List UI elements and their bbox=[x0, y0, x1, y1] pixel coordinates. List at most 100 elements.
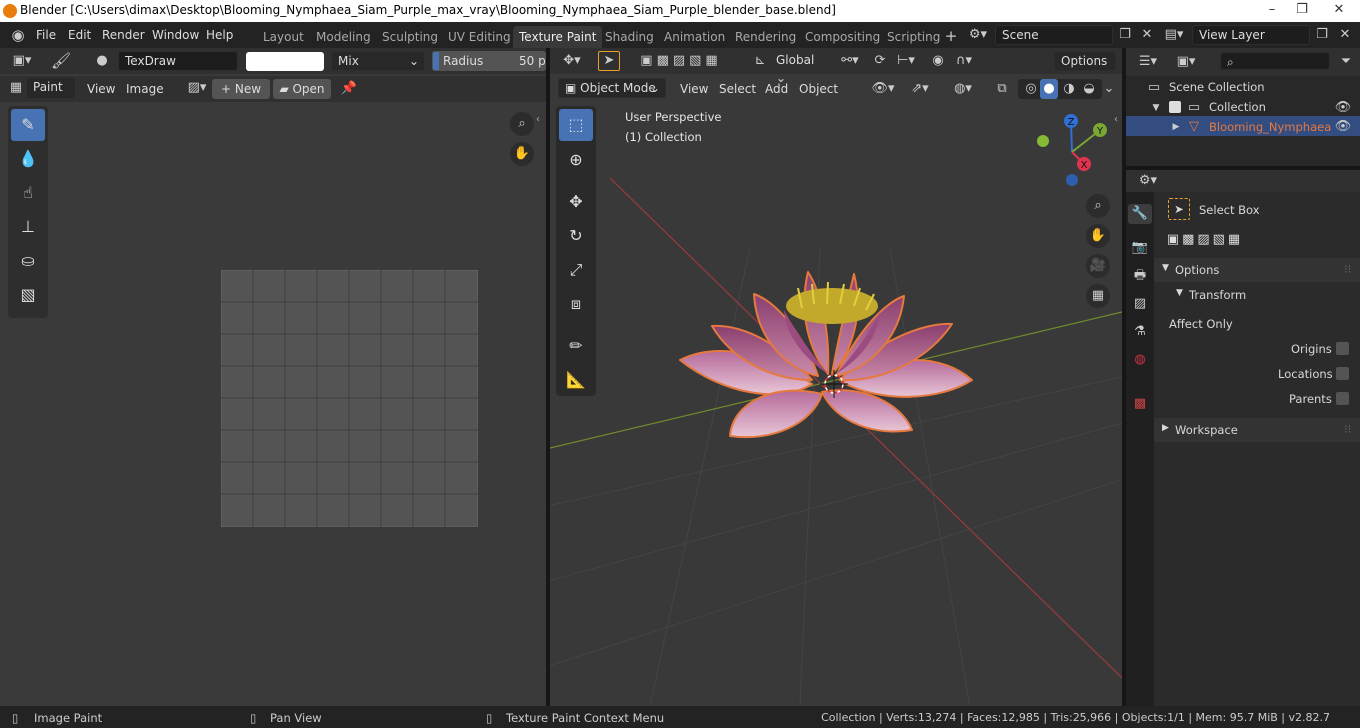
snap-icon[interactable]: ⟳ bbox=[870, 51, 890, 71]
menu-file[interactable]: File bbox=[36, 28, 56, 42]
soften-tool-icon[interactable]: 💧 bbox=[11, 143, 45, 175]
delete-view-layer-icon[interactable]: ✕ bbox=[1335, 25, 1355, 45]
image-canvas[interactable] bbox=[221, 270, 478, 527]
menu-view[interactable]: View bbox=[87, 82, 115, 96]
object-visibility-icon[interactable]: 👁 bbox=[1334, 117, 1352, 137]
outliner-collection[interactable]: Collection bbox=[1209, 100, 1266, 114]
transform-subpanel-title[interactable]: Transform bbox=[1189, 288, 1246, 302]
menu-image[interactable]: Image bbox=[126, 82, 164, 96]
tab-shading[interactable]: Shading bbox=[599, 26, 660, 48]
maximize-button[interactable]: ❐ bbox=[1287, 0, 1317, 20]
object-mode-select[interactable]: ▣ Object Mode ⌄ bbox=[558, 78, 666, 98]
tab-sculpting[interactable]: Sculpting bbox=[376, 26, 444, 48]
viewport-menu-object[interactable]: Object bbox=[799, 82, 838, 96]
select-mode-icons[interactable]: ▣▩▨▧▦ bbox=[1162, 230, 1248, 250]
filter-icon[interactable]: ⏷ bbox=[1336, 52, 1356, 72]
view-layer-tab-icon[interactable]: ▨ bbox=[1128, 294, 1152, 314]
viewport-zoom-icon[interactable]: ⌕ bbox=[1086, 194, 1110, 218]
outliner-search-input[interactable]: ⌕ bbox=[1220, 52, 1330, 70]
tab-animation[interactable]: Animation bbox=[658, 26, 731, 48]
tab-scripting[interactable]: Scripting bbox=[881, 26, 946, 48]
clone-tool-icon[interactable]: ⊥ bbox=[11, 211, 45, 243]
origins-checkbox[interactable] bbox=[1336, 342, 1349, 355]
collection-expand-icon[interactable]: ▼ bbox=[1150, 98, 1162, 118]
brush-icon[interactable]: 🖌 bbox=[50, 51, 72, 71]
ortho-toggle-icon[interactable]: ▦ bbox=[1086, 284, 1110, 308]
pan-hand-icon[interactable]: ✋ bbox=[510, 142, 534, 166]
outliner-scene-collection[interactable]: Scene Collection bbox=[1169, 80, 1265, 94]
world-tab-icon[interactable]: ◍ bbox=[1128, 350, 1152, 370]
selection-mode-icons[interactable]: ▣▩▨▧▦ bbox=[636, 51, 726, 71]
blend-mode-select[interactable]: Mix ⌄ bbox=[331, 51, 425, 71]
tab-modeling[interactable]: Modeling bbox=[310, 26, 377, 48]
gizmo-icon[interactable]: ⇗▾ bbox=[902, 79, 938, 99]
workspace-drag-handle-icon[interactable]: ⁝⁝ bbox=[1344, 422, 1351, 436]
display-mode-icon[interactable]: ▣▾ bbox=[1172, 52, 1200, 72]
viewport-menu-view[interactable]: View bbox=[680, 82, 708, 96]
image-editor-area[interactable]: ▣▾ 🖌 ● TexDraw Mix⌄ Radius 50 px ▦ Paint… bbox=[0, 48, 546, 706]
tab-texture-paint[interactable]: Texture Paint bbox=[513, 26, 603, 48]
object-expand-icon[interactable]: ▶ bbox=[1170, 117, 1182, 137]
collection-checkbox[interactable] bbox=[1169, 101, 1181, 113]
delete-scene-icon[interactable]: ✕ bbox=[1137, 25, 1157, 45]
material-shading-icon[interactable]: ◑ bbox=[1060, 79, 1078, 99]
close-button[interactable]: ✕ bbox=[1320, 0, 1358, 20]
render-tab-icon[interactable]: 📷 bbox=[1128, 238, 1152, 258]
rotate-tool-icon[interactable]: ↻ bbox=[559, 220, 593, 252]
scene-tab-icon[interactable]: ⚗ bbox=[1128, 322, 1152, 342]
browse-image-icon[interactable]: ▨▾ bbox=[183, 78, 211, 98]
transform-tool-icon[interactable]: ⧈ bbox=[559, 288, 593, 320]
orientation-select[interactable]: Global ⌄ bbox=[770, 51, 826, 85]
tab-compositing[interactable]: Compositing bbox=[799, 26, 886, 48]
view-layer-field[interactable]: View Layer bbox=[1192, 25, 1310, 45]
editor-type-icon[interactable]: ▣▾ bbox=[8, 51, 36, 71]
shading-modes[interactable]: ◎ ● ◑ ◒ bbox=[1018, 79, 1102, 99]
options-panel-header[interactable]: ▼ Options ⁝⁝ bbox=[1154, 258, 1360, 282]
brush-name-field[interactable]: TexDraw bbox=[118, 51, 238, 71]
wireframe-shading-icon[interactable]: ◎ bbox=[1022, 79, 1040, 99]
tab-rendering[interactable]: Rendering bbox=[729, 26, 802, 48]
camera-view-icon[interactable]: 🎥 bbox=[1086, 254, 1110, 278]
new-view-layer-icon[interactable]: ❐ bbox=[1312, 25, 1332, 45]
xray-icon[interactable]: ⧉ bbox=[992, 79, 1012, 99]
mask-tool-icon[interactable]: ▧ bbox=[11, 279, 45, 311]
overlay-icon[interactable]: ◍▾ bbox=[946, 79, 980, 99]
lotus-flower-object[interactable] bbox=[672, 264, 982, 444]
fill-tool-icon[interactable]: ⛀ bbox=[11, 245, 45, 277]
draw-tool-icon[interactable]: ✎ bbox=[11, 109, 45, 141]
proportional-edit-icon[interactable]: ◉ bbox=[928, 51, 948, 71]
snap-target-icon[interactable]: ⊢▾ bbox=[892, 51, 920, 71]
radius-slider[interactable]: Radius 50 px bbox=[432, 51, 546, 71]
properties-editor-type-icon[interactable]: ⚙▾ bbox=[1134, 171, 1162, 191]
outliner-area[interactable]: ☰▾ ▣▾ ⌕ ⏷ ▭ Scene Collection ▼ ▭ Collect… bbox=[1126, 48, 1360, 166]
paint-mode-select[interactable]: Paint ⌄ bbox=[27, 78, 75, 112]
cursor-tool-icon[interactable]: ⊕ bbox=[559, 144, 593, 176]
brush-settings-icon[interactable]: ● bbox=[92, 51, 112, 71]
blender-menu-icon[interactable]: ◉ bbox=[8, 25, 28, 45]
scene-name-field[interactable]: Scene bbox=[995, 25, 1113, 45]
menu-help[interactable]: Help bbox=[206, 28, 233, 42]
pivot-icon[interactable]: ⚯▾ bbox=[836, 51, 864, 71]
falloff-icon[interactable]: ∩▾ bbox=[950, 51, 978, 71]
select-tool-icon[interactable]: ➤ bbox=[598, 51, 620, 71]
solid-shading-icon[interactable]: ● bbox=[1040, 79, 1058, 99]
open-image-button[interactable]: ▰ Open bbox=[273, 79, 331, 99]
tab-layout[interactable]: Layout bbox=[257, 26, 310, 48]
measure-tool-icon[interactable]: 📐 bbox=[559, 364, 593, 396]
new-scene-icon[interactable]: ❐ bbox=[1115, 25, 1135, 45]
viewport-editor-type-icon[interactable]: ✥▾ bbox=[558, 51, 586, 71]
zoom-icon[interactable]: ⌕ bbox=[510, 112, 534, 136]
new-image-button[interactable]: + New bbox=[212, 79, 270, 99]
scene-icon[interactable]: ⚙▾ bbox=[966, 25, 990, 45]
parents-checkbox[interactable] bbox=[1336, 392, 1349, 405]
scale-tool-icon[interactable]: ⤢ bbox=[559, 254, 593, 286]
pin-icon[interactable]: 📌 bbox=[340, 79, 358, 99]
3d-viewport[interactable]: ✥▾ ➤ ▣▩▨▧▦ ⊾ Global ⌄ ⚯▾ ⟳ ⊢▾ ◉ ∩▾ Optio… bbox=[550, 48, 1122, 706]
visibility-icon[interactable]: 👁▾ bbox=[868, 79, 898, 99]
minimize-button[interactable]: – bbox=[1257, 0, 1287, 20]
drag-handle-icon[interactable]: ⁝⁝ bbox=[1344, 262, 1351, 276]
collection-visibility-icon[interactable]: 👁 bbox=[1334, 98, 1352, 118]
output-tab-icon[interactable]: 🖶 bbox=[1128, 266, 1152, 286]
viewport-sidebar-toggle-icon[interactable]: ‹ bbox=[1114, 114, 1122, 132]
view-layer-icon[interactable]: ▤▾ bbox=[1162, 25, 1186, 45]
